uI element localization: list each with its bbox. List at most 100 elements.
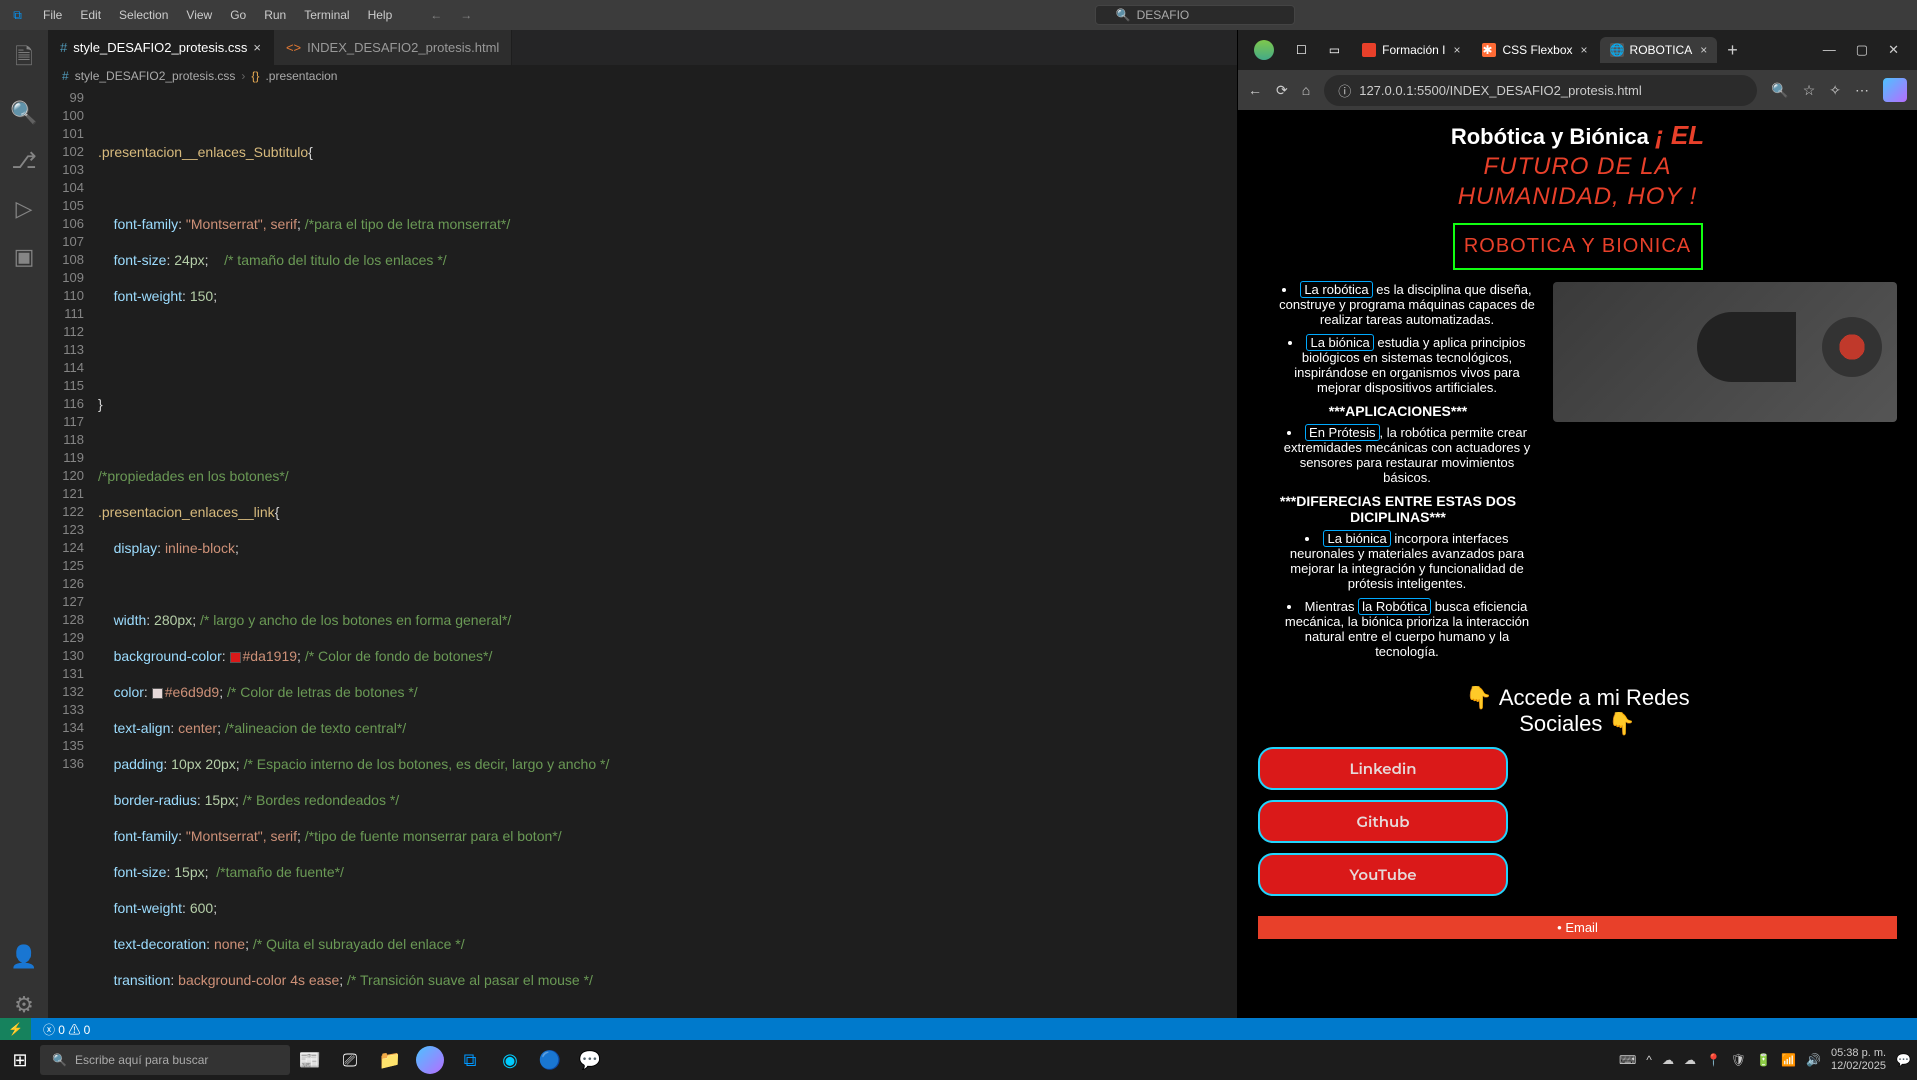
vscode-taskbar-icon[interactable]: ⧉ — [456, 1046, 484, 1074]
image-column — [1553, 282, 1897, 422]
extensions-icon[interactable]: ▣ — [14, 244, 35, 270]
tray-wifi-icon[interactable]: 📶 — [1781, 1053, 1796, 1067]
tab-label: INDEX_DESAFIO2_protesis.html — [307, 40, 499, 55]
close-icon[interactable]: × — [1453, 43, 1460, 57]
tab-html[interactable]: <> INDEX_DESAFIO2_protesis.html — [274, 30, 512, 65]
nav-back-icon[interactable]: ← — [430, 8, 442, 22]
problems-indicator[interactable]: ⓧ 0 ⚠ 0 — [43, 1021, 90, 1038]
search-icon: 🔍 — [52, 1053, 67, 1067]
tray-overflow-icon[interactable]: ^ — [1646, 1053, 1652, 1067]
youtube-button[interactable]: YouTube — [1258, 853, 1508, 896]
run-debug-icon[interactable]: ▷ — [16, 196, 33, 222]
collections-icon[interactable]: ✧ — [1829, 82, 1841, 99]
menu-bar: File Edit Selection View Go Run Terminal… — [35, 4, 400, 26]
remote-icon[interactable]: ⚡ — [0, 1018, 31, 1040]
copilot-icon[interactable] — [1883, 78, 1907, 102]
green-box: ROBOTICA Y BIONICA — [1453, 223, 1703, 270]
explorer-icon[interactable]: 🗎 — [15, 40, 33, 78]
subtitle-2: HUMANIDAD, HOY ! — [1258, 183, 1897, 211]
menu-go[interactable]: Go — [222, 4, 254, 26]
breadcrumb[interactable]: # style_DESAFIO2_protesis.css › {} .pres… — [48, 65, 1237, 87]
menu-file[interactable]: File — [35, 4, 70, 26]
code-content[interactable]: .presentacion__enlaces_Subtitulo{ font-f… — [98, 87, 1237, 1018]
search-activity-icon[interactable]: 🔍 — [10, 100, 37, 126]
page-title: Robótica y Biónica ¡ EL — [1258, 120, 1897, 151]
prosthetic-image — [1553, 282, 1897, 422]
browser-tab-strip: ☐ ▭ Formación I× ✱CSS Flexbox× 🌐ROBOTICA… — [1238, 30, 1917, 70]
html-file-icon: <> — [286, 40, 301, 55]
workspaces-icon[interactable]: ☐ — [1286, 37, 1317, 63]
close-icon[interactable]: × — [1700, 43, 1707, 57]
tray-volume-icon[interactable]: 🔊 — [1806, 1053, 1821, 1067]
favorite-icon[interactable]: ☆ — [1803, 82, 1816, 99]
editor-tabs: # style_DESAFIO2_protesis.css × <> INDEX… — [48, 30, 1237, 65]
close-icon[interactable]: × — [1581, 43, 1588, 57]
tab-actions-icon[interactable]: ▭ — [1319, 37, 1350, 63]
notifications-icon[interactable]: 💬 — [1896, 1053, 1911, 1067]
close-icon[interactable]: × — [253, 40, 261, 55]
zoom-icon[interactable]: 🔍 — [1771, 82, 1788, 99]
tray-keyboard-icon[interactable]: ⌨ — [1619, 1053, 1636, 1067]
nav-forward-icon[interactable]: → — [460, 8, 472, 22]
menu-help[interactable]: Help — [360, 4, 401, 26]
nav-arrows: ← → — [430, 8, 472, 22]
task-view-icon[interactable]: ⎚ — [336, 1046, 364, 1074]
taskbar-search[interactable]: 🔍Escribe aquí para buscar — [40, 1045, 290, 1075]
command-center[interactable]: 🔍 DESAFIO — [1095, 5, 1295, 25]
more-icon[interactable]: ⋯ — [1855, 82, 1869, 99]
menu-view[interactable]: View — [178, 4, 220, 26]
browser-tab-2[interactable]: ✱CSS Flexbox× — [1472, 37, 1597, 63]
windows-taskbar: ⊞ 🔍Escribe aquí para buscar 📰 ⎚ 📁 ⧉ ◉ 🔵 … — [0, 1040, 1917, 1080]
chrome-taskbar-icon[interactable]: 🔵 — [536, 1046, 564, 1074]
tray-location-icon[interactable]: 📍 — [1706, 1053, 1721, 1067]
home-icon[interactable]: ⌂ — [1302, 82, 1310, 98]
browser-window: ☐ ▭ Formación I× ✱CSS Flexbox× 🌐ROBOTICA… — [1237, 30, 1917, 1018]
info-icon: ⓘ — [1338, 81, 1351, 100]
menu-terminal[interactable]: Terminal — [296, 4, 357, 26]
breadcrumb-file: style_DESAFIO2_protesis.css — [75, 69, 236, 83]
browser-profile-icon[interactable] — [1244, 34, 1284, 66]
symbol-icon: {} — [251, 69, 259, 83]
browser-tab-3[interactable]: 🌐ROBOTICA× — [1600, 37, 1718, 63]
accounts-icon[interactable]: 👤 — [10, 944, 37, 970]
explorer-taskbar-icon[interactable]: 📁 — [376, 1046, 404, 1074]
menu-selection[interactable]: Selection — [111, 4, 176, 26]
tab-css[interactable]: # style_DESAFIO2_protesis.css × — [48, 30, 274, 65]
css-file-icon: # — [60, 40, 67, 55]
status-bar: ⚡ ⓧ 0 ⚠ 0 — [0, 1018, 1917, 1040]
chevron-right-icon: › — [241, 69, 245, 83]
code-editor[interactable]: 9910010110210310410510610710810911011111… — [48, 87, 1237, 1018]
tray-battery-icon[interactable]: 🔋 — [1756, 1053, 1771, 1067]
menu-edit[interactable]: Edit — [72, 4, 109, 26]
footer-bar: • Email — [1258, 916, 1897, 939]
source-control-icon[interactable]: ⎇ — [11, 148, 36, 174]
maximize-icon[interactable]: ▢ — [1856, 42, 1868, 58]
tray-cloud-icon[interactable]: ☁ — [1662, 1053, 1674, 1067]
start-button[interactable]: ⊞ — [6, 1046, 34, 1074]
address-bar[interactable]: ⓘ 127.0.0.1:5500/INDEX_DESAFIO2_protesis… — [1324, 75, 1757, 106]
news-icon[interactable]: 📰 — [296, 1046, 324, 1074]
taskbar-clock[interactable]: 05:38 p. m. 12/02/2025 — [1831, 1047, 1886, 1073]
line-gutter: 9910010110210310410510610710810911011111… — [48, 87, 98, 1018]
new-tab-button[interactable]: + — [1719, 40, 1746, 61]
browser-toolbar: ← ⟳ ⌂ ⓘ 127.0.0.1:5500/INDEX_DESAFIO2_pr… — [1238, 70, 1917, 110]
page-viewport[interactable]: Robótica y Biónica ¡ EL FUTURO DE LA HUM… — [1238, 110, 1917, 1018]
editor-area: # style_DESAFIO2_protesis.css × <> INDEX… — [48, 30, 1237, 1018]
copilot-taskbar-icon[interactable] — [416, 1046, 444, 1074]
text-column: La robótica es la disciplina que diseña,… — [1258, 282, 1538, 667]
pointer-down-icon: 👇 — [1465, 685, 1492, 711]
vscode-logo-icon: ⧉ — [0, 8, 35, 23]
github-button[interactable]: Github — [1258, 800, 1508, 843]
whatsapp-taskbar-icon[interactable]: 💬 — [576, 1046, 604, 1074]
browser-tab-1[interactable]: Formación I× — [1352, 37, 1470, 63]
close-window-icon[interactable]: ✕ — [1888, 42, 1899, 58]
tray-onedrive-icon[interactable]: ☁ — [1684, 1053, 1696, 1067]
back-icon[interactable]: ← — [1248, 82, 1262, 98]
settings-gear-icon[interactable]: ⚙ — [14, 992, 34, 1018]
tray-defender-icon[interactable]: 🛡 — [1731, 1053, 1746, 1067]
minimize-icon[interactable]: — — [1823, 42, 1836, 58]
linkedin-button[interactable]: Linkedin — [1258, 747, 1508, 790]
edge-taskbar-icon[interactable]: ◉ — [496, 1046, 524, 1074]
refresh-icon[interactable]: ⟳ — [1276, 82, 1288, 99]
menu-run[interactable]: Run — [256, 4, 294, 26]
